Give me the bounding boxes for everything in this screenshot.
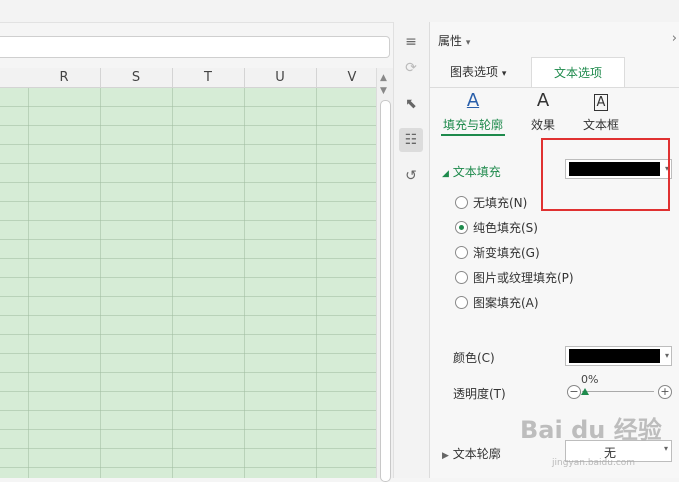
refresh-icon[interactable]: ⟳ bbox=[399, 56, 423, 80]
column-header-row: R S T U V bbox=[0, 68, 376, 88]
slider-thumb[interactable] bbox=[581, 388, 589, 395]
tab-chart-options[interactable]: 图表选项 ▾ bbox=[450, 57, 506, 87]
color-dropdown[interactable]: ▾ bbox=[565, 346, 672, 366]
history-icon[interactable]: ↺ bbox=[399, 164, 423, 188]
column-header-t[interactable]: T bbox=[172, 68, 245, 87]
formula-bar[interactable] bbox=[0, 36, 390, 58]
panel-title[interactable]: 属性 ▾ bbox=[438, 32, 470, 49]
watermark-url: jingyan.baidu.com bbox=[552, 458, 636, 468]
column-header-v[interactable]: V bbox=[316, 68, 376, 87]
transparency-value: 0% bbox=[581, 373, 599, 386]
column-header-s[interactable]: S bbox=[100, 68, 173, 87]
section-text-fill[interactable]: ◢ 文本填充 bbox=[442, 163, 501, 180]
section-text-outline[interactable]: ▶ 文本轮廓 bbox=[442, 445, 501, 462]
column-header-r[interactable]: R bbox=[28, 68, 101, 87]
selected-cell-range[interactable] bbox=[0, 88, 376, 478]
column-header-u[interactable]: U bbox=[244, 68, 317, 87]
radio-picture-texture-fill[interactable]: 图片或纹理填充(P) bbox=[455, 269, 574, 287]
scroll-down-icon[interactable]: ▼ bbox=[380, 86, 387, 96]
side-toolstrip: ≡ ⟳ ⬉ ☷ ↺ bbox=[393, 22, 430, 478]
radio-pattern-fill[interactable]: 图案填充(A) bbox=[455, 294, 539, 312]
properties-sliders-icon[interactable]: ☷ bbox=[399, 128, 423, 152]
menu-icon[interactable]: ≡ bbox=[399, 30, 423, 54]
plus-icon[interactable]: + bbox=[658, 385, 672, 399]
text-fill-icon: A bbox=[466, 90, 480, 111]
subtab-textbox[interactable]: A 文本框 bbox=[566, 90, 636, 133]
red-highlight-box bbox=[541, 138, 670, 211]
scrollbar-thumb[interactable] bbox=[380, 100, 391, 482]
spreadsheet-grid: R S T U V bbox=[0, 68, 376, 478]
slider-track[interactable] bbox=[582, 391, 654, 392]
expand-triangle-icon: ▶ bbox=[442, 451, 449, 461]
top-bar bbox=[0, 0, 679, 23]
vertical-scrollbar[interactable]: ▲ ▼ bbox=[376, 68, 393, 482]
panel-collapse-icon[interactable]: › bbox=[672, 31, 677, 46]
scroll-up-icon[interactable]: ▲ bbox=[380, 73, 387, 83]
radio-gradient-fill[interactable]: 渐变填充(G) bbox=[455, 244, 540, 262]
radio-solid-fill[interactable]: 纯色填充(S) bbox=[455, 219, 538, 237]
transparency-slider[interactable]: 0% − + bbox=[567, 373, 672, 401]
transparency-label: 透明度(T) bbox=[453, 387, 506, 401]
radio-no-fill[interactable]: 无填充(N) bbox=[455, 194, 527, 212]
active-subtab-underline bbox=[441, 134, 505, 136]
watermark-logo: Bai du 经验 bbox=[520, 416, 662, 444]
collapse-triangle-icon: ◢ bbox=[442, 169, 449, 179]
subtab-fill-outline[interactable]: A 填充与轮廓 bbox=[438, 90, 508, 133]
textbox-icon: A bbox=[566, 90, 636, 112]
tab-text-options[interactable]: 文本选项 bbox=[531, 57, 625, 88]
color-label: 颜色(C) bbox=[453, 351, 495, 365]
minus-icon[interactable]: − bbox=[567, 385, 581, 399]
chevron-down-icon: ▾ bbox=[664, 351, 669, 360]
tab-divider bbox=[430, 87, 679, 88]
select-cursor-icon[interactable]: ⬉ bbox=[399, 92, 423, 116]
chevron-down-icon: ▾ bbox=[663, 444, 668, 453]
color-swatch bbox=[569, 349, 660, 363]
